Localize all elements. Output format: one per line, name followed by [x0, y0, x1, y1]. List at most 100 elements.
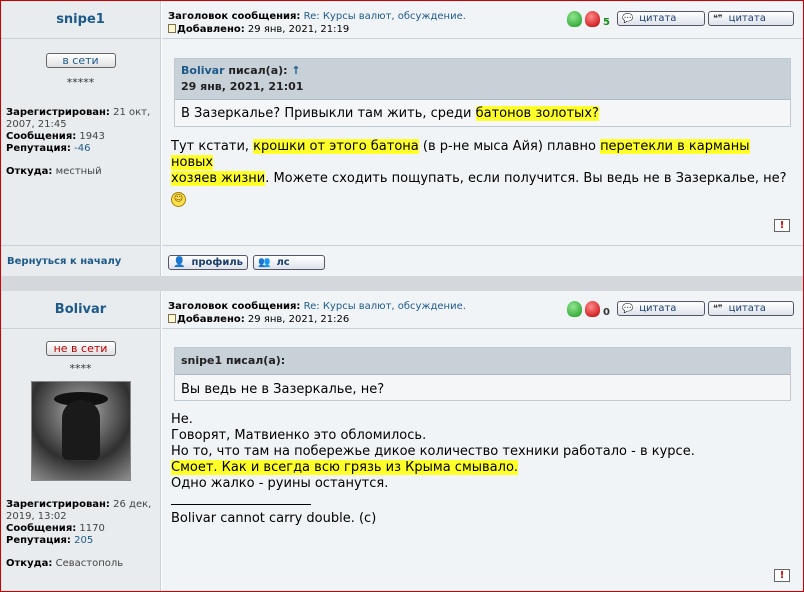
- post-body-line2: хозяев жизни. Можете сходить пощупать, е…: [171, 171, 791, 187]
- pm-button[interactable]: 👥 лс: [253, 255, 325, 270]
- reputation-value[interactable]: 205: [74, 535, 93, 546]
- rating-score: 5: [603, 17, 610, 28]
- post-doc-icon: [168, 314, 176, 323]
- avatar-figure: [61, 400, 100, 460]
- signature-divider: [171, 504, 311, 505]
- quote-button[interactable]: 💬 цитата: [616, 11, 705, 26]
- post-footer-right: 👤 профиль 👥 лс: [162, 245, 803, 276]
- messages-value: 1170: [79, 523, 105, 534]
- messages-label: Сообщения:: [6, 523, 77, 534]
- author-name[interactable]: snipe1: [56, 12, 105, 27]
- report-button[interactable]: !: [774, 219, 790, 232]
- subject-label: Заголовок сообщения:: [168, 11, 301, 22]
- subject-value[interactable]: Re: Курсы валют, обсуждение.: [304, 11, 466, 22]
- post-body-line1: Тут кстати, крошки от этого батона (в р-…: [171, 139, 791, 171]
- added-value: 29 янв, 2021, 21:19: [247, 24, 350, 35]
- multi-quote-icon: ❝❞: [712, 13, 723, 24]
- post-footer: Вернуться к началу 👤 профиль 👥 лс: [1, 245, 803, 276]
- thumb-down-icon[interactable]: [585, 301, 600, 317]
- smile-icon: ☺: [171, 192, 186, 207]
- quote-wrote: писал(а):: [225, 354, 286, 367]
- messages-label: Сообщения:: [6, 131, 77, 142]
- speech-bubble-icon: 💬: [621, 303, 634, 314]
- added-label: Добавлено:: [177, 24, 245, 35]
- post-text: (в р-не мыса Айя) плавно: [418, 139, 601, 154]
- profile-button[interactable]: 👤 профиль: [168, 255, 248, 270]
- post-body-line: Но то, что там на побережье дикое количе…: [171, 444, 695, 459]
- from-value: местный: [55, 166, 102, 177]
- quote-block: Bolivar писал(а): ↑ 29 янв, 2021, 21:01 …: [174, 58, 791, 127]
- post-meta: Заголовок сообщения: Re: Курсы валют, об…: [168, 10, 466, 36]
- multi-quote-label: цитата: [728, 303, 766, 314]
- quote-button-label: цитата: [639, 303, 677, 314]
- signature: Bolivar cannot carry double. (c): [171, 511, 377, 526]
- quote-date: 29 янв, 2021, 21:01: [181, 80, 304, 93]
- multi-quote-label: цитата: [728, 13, 766, 24]
- subject-label: Заголовок сообщения:: [168, 301, 301, 312]
- post-content: Заголовок сообщения: Re: Курсы валют, об…: [162, 291, 803, 591]
- author-panel: Bolivar не в сети **** Зарегистрирован: …: [1, 291, 161, 591]
- multi-quote-button[interactable]: ❝❞ цитата: [707, 11, 794, 26]
- quote-jump-icon[interactable]: ↑: [291, 64, 300, 77]
- reputation-label: Репутация:: [6, 143, 71, 154]
- post-header: Заголовок сообщения: Re: Курсы валют, об…: [162, 291, 803, 329]
- quote-text: В Зазеркалье? Привыкли там жить, среди: [181, 106, 476, 121]
- quote-wrote: писал(а):: [228, 64, 288, 77]
- user-icon: 👤: [173, 257, 186, 268]
- quote-author[interactable]: Bolivar: [181, 64, 225, 77]
- author-header: snipe1: [1, 1, 160, 39]
- reputation-label: Репутация:: [6, 535, 71, 546]
- thumb-down-icon[interactable]: [585, 11, 600, 27]
- users-icon: 👥: [258, 257, 271, 268]
- post-actions: 5 💬 цитата ❝❞ цитата: [567, 11, 794, 28]
- multi-quote-icon: ❝❞: [712, 303, 723, 314]
- post-snipe1: snipe1 в сети ***** Зарегистрирован: 21 …: [1, 1, 803, 245]
- author-panel: snipe1 в сети ***** Зарегистрирован: 21 …: [1, 1, 161, 245]
- post-separator: [1, 276, 803, 291]
- quote-body: В Зазеркалье? Привыкли там жить, среди б…: [175, 100, 790, 128]
- offline-status-badge: не в сети: [45, 341, 116, 356]
- post-body: Тут кстати, крошки от этого батона (в р-…: [171, 139, 791, 207]
- quote-header: snipe1 писал(а):: [175, 348, 790, 375]
- subject-value[interactable]: Re: Курсы валют, обсуждение.: [304, 301, 466, 312]
- from-label: Откуда:: [6, 558, 53, 569]
- post-doc-icon: [168, 24, 176, 33]
- post-highlight: хозяев жизни: [171, 171, 266, 186]
- reputation-value[interactable]: -46: [74, 143, 90, 154]
- online-status-badge: в сети: [45, 53, 116, 68]
- post-bolivar: Bolivar не в сети **** Зарегистрирован: …: [1, 291, 803, 591]
- author-info: Зарегистрирован: 26 дек, 2019, 13:02 Соо…: [1, 499, 160, 570]
- post-body: Не. Говорят, Матвиенко это обломилось. Н…: [171, 412, 791, 527]
- post-body-line: Говорят, Матвиенко это обломилось.: [171, 428, 427, 443]
- multi-quote-button[interactable]: ❝❞ цитата: [707, 301, 794, 316]
- quote-button[interactable]: 💬 цитата: [616, 301, 705, 316]
- speech-bubble-icon: 💬: [621, 13, 634, 24]
- quote-header: Bolivar писал(а): ↑ 29 янв, 2021, 21:01: [175, 59, 790, 100]
- post-content: Заголовок сообщения: Re: Курсы валют, об…: [162, 1, 803, 245]
- author-name[interactable]: Bolivar: [55, 302, 106, 317]
- registered-label: Зарегистрирован:: [6, 107, 110, 118]
- quote-author[interactable]: snipe1: [181, 354, 222, 367]
- post-body-line: Не.: [171, 412, 193, 427]
- quote-highlight: батонов золотых?: [475, 106, 599, 121]
- post-meta: Заголовок сообщения: Re: Курсы валют, об…: [168, 300, 466, 326]
- rating-score: 0: [603, 307, 610, 318]
- avatar: [30, 381, 131, 481]
- thumb-up-icon[interactable]: [567, 11, 582, 27]
- rank-stars: *****: [66, 76, 95, 89]
- post-footer-left: Вернуться к началу: [1, 245, 161, 276]
- registered-label: Зарегистрирован:: [6, 499, 110, 510]
- post-highlight: крошки от этого батона: [253, 139, 419, 154]
- post-text: Тут кстати,: [171, 139, 254, 154]
- added-value: 29 янв, 2021, 21:26: [247, 314, 350, 325]
- quote-button-label: цитата: [639, 13, 677, 24]
- profile-button-label: профиль: [191, 257, 243, 268]
- report-button[interactable]: !: [774, 569, 790, 582]
- pm-button-label: лс: [276, 257, 290, 268]
- back-to-top-link[interactable]: Вернуться к началу: [7, 256, 121, 267]
- thumb-up-icon[interactable]: [567, 301, 582, 317]
- post-header: Заголовок сообщения: Re: Курсы валют, об…: [162, 1, 803, 39]
- from-label: Откуда:: [6, 166, 53, 177]
- from-value: Севастополь: [55, 558, 124, 569]
- post-text: . Можете сходить пощупать, если получитс…: [265, 171, 787, 186]
